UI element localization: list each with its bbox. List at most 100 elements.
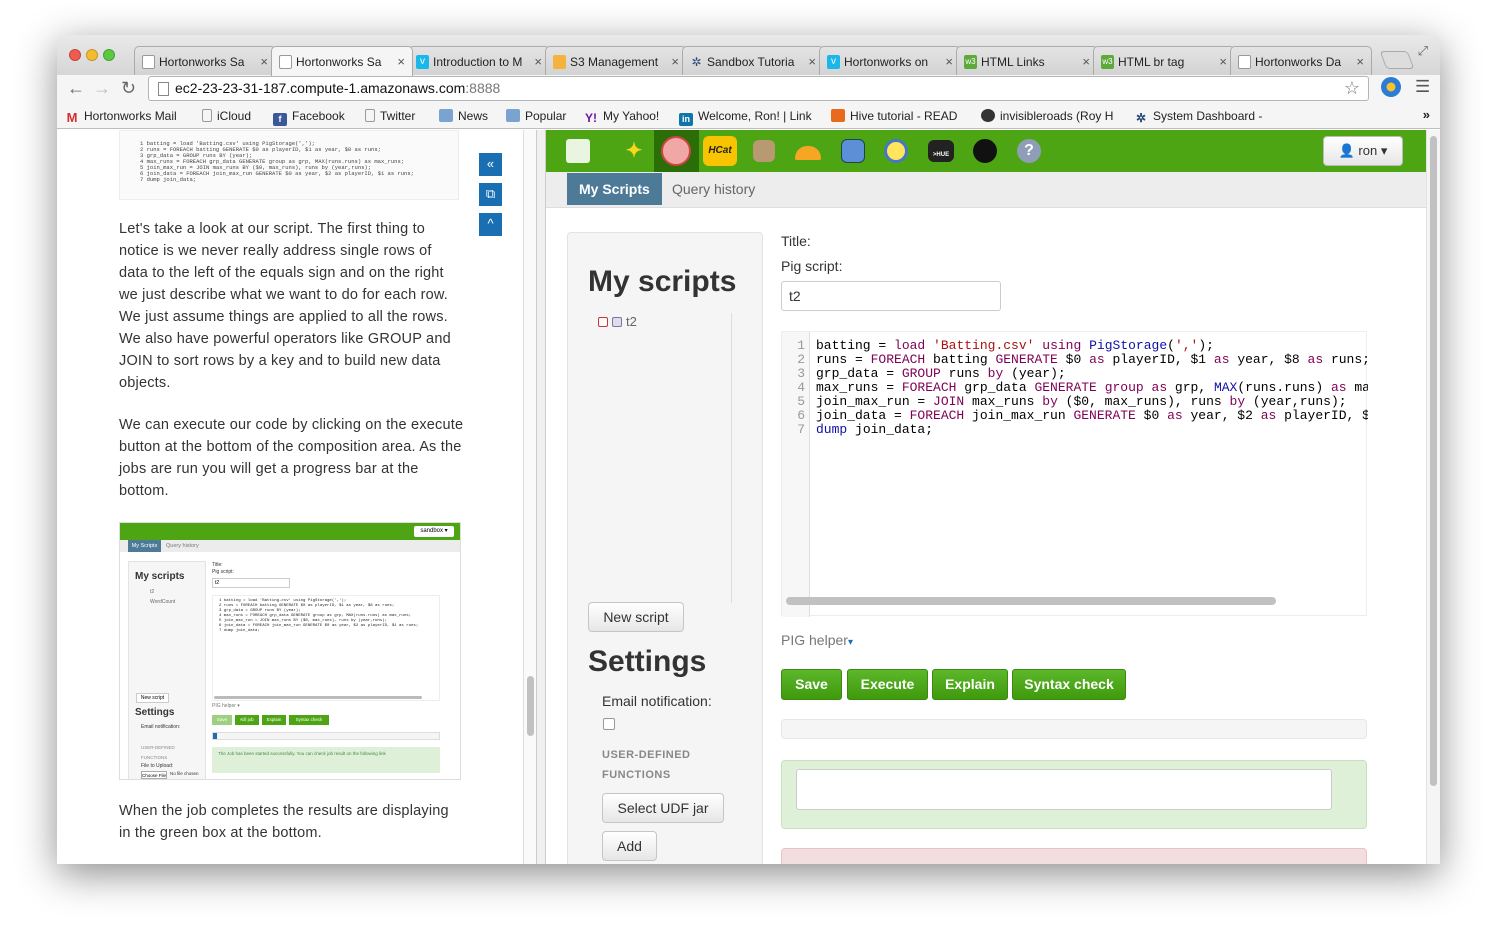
new-tab-button[interactable] bbox=[1379, 51, 1415, 69]
help-icon[interactable]: ? bbox=[1017, 139, 1041, 163]
close-tab-icon[interactable]: × bbox=[808, 54, 816, 69]
udf-label: USER-DEFINED FUNCTIONS bbox=[602, 749, 691, 781]
hue-scrollbar[interactable] bbox=[1426, 130, 1440, 864]
browser-tab[interactable]: ✲ Sandbox Tutoria × bbox=[682, 46, 824, 76]
thumb-heading: Settings bbox=[135, 707, 175, 718]
add-udf-button[interactable]: Add bbox=[602, 831, 657, 861]
zoom-window-button[interactable] bbox=[103, 49, 115, 61]
pig-icon[interactable] bbox=[661, 136, 691, 166]
thumb-tab: My Scripts bbox=[128, 540, 161, 552]
user-menu-button[interactable]: 👤 ron ▾ bbox=[1323, 136, 1403, 166]
tutorial-paragraph: We can execute our code by clicking on t… bbox=[119, 417, 464, 499]
close-tab-icon[interactable]: × bbox=[1356, 54, 1364, 69]
close-tab-icon[interactable]: × bbox=[671, 54, 679, 69]
browser-tab[interactable]: S3 Management × bbox=[545, 46, 687, 76]
file-browser-icon[interactable] bbox=[753, 140, 775, 162]
address-bar[interactable]: ec2-23-23-31-187.compute-1.amazonaws.com… bbox=[148, 76, 1369, 101]
tutorial-scrollbar[interactable] bbox=[523, 130, 536, 864]
bookmarks-bar: M Hortonworks Mail iCloud f Facebook Twitt… bbox=[57, 103, 1440, 129]
tab-query-history[interactable]: Query history bbox=[660, 173, 767, 205]
job-result-panel bbox=[781, 760, 1367, 829]
browser-tab[interactable]: v Introduction to M × bbox=[408, 46, 550, 76]
bookmark[interactable]: iCloud bbox=[202, 109, 251, 123]
collapse-sidebar-button[interactable]: « bbox=[479, 153, 502, 176]
new-script-button[interactable]: New script bbox=[588, 602, 684, 632]
execute-button[interactable]: Execute bbox=[847, 669, 928, 700]
url-port: :8888 bbox=[465, 80, 501, 96]
close-window-button[interactable] bbox=[69, 49, 81, 61]
minimize-window-button[interactable] bbox=[86, 49, 98, 61]
tutorial-pane: 1 batting = load 'Batting.csv' using Pig… bbox=[57, 130, 523, 864]
browser-tab[interactable]: w3 HTML br tag × bbox=[1093, 46, 1235, 76]
thumb-button: Choose File bbox=[141, 771, 167, 779]
pane-divider[interactable] bbox=[536, 130, 546, 864]
line-number: 2 bbox=[797, 352, 805, 367]
close-tab-icon[interactable]: × bbox=[397, 54, 405, 69]
bookmark[interactable]: f Facebook bbox=[273, 109, 345, 126]
bookmark[interactable]: News bbox=[439, 109, 488, 123]
hcat-icon[interactable]: HCat bbox=[703, 136, 737, 166]
thumb-nav bbox=[120, 523, 460, 540]
bookmark[interactable]: invisibleroads (Roy H bbox=[981, 109, 1119, 123]
page-icon bbox=[279, 55, 292, 69]
bookmarks-overflow-button[interactable]: » bbox=[1423, 107, 1430, 122]
job-designer-icon[interactable] bbox=[795, 136, 825, 166]
pig-code-editor[interactable]: 1234567 batting = load 'Batting.csv' usi… bbox=[781, 331, 1368, 617]
browser-tab[interactable]: Hortonworks Sa × bbox=[134, 46, 276, 76]
bookmark[interactable]: Y! My Yahoo! bbox=[584, 109, 659, 125]
reload-icon[interactable]: ↻ bbox=[121, 78, 136, 99]
pig-helper-dropdown[interactable]: PIG helper▾ bbox=[781, 632, 853, 648]
bookmark[interactable]: M Hortonworks Mail bbox=[65, 109, 177, 124]
tab-my-scripts[interactable]: My Scripts bbox=[567, 173, 662, 205]
save-button[interactable]: Save bbox=[781, 669, 842, 700]
editor-horizontal-scrollbar[interactable] bbox=[786, 597, 1276, 605]
close-tab-icon[interactable]: × bbox=[260, 54, 268, 69]
code-content[interactable]: batting = load 'Batting.csv' using PigSt… bbox=[816, 339, 1368, 437]
syntax-check-button[interactable]: Syntax check bbox=[1012, 669, 1126, 700]
bookmark-star-icon[interactable]: ☆ bbox=[1344, 78, 1360, 99]
close-tab-icon[interactable]: × bbox=[1219, 54, 1227, 69]
select-udf-jar-button[interactable]: Select UDF jar bbox=[602, 793, 724, 823]
url-host: ec2-23-23-31-187.compute-1.amazonaws.com bbox=[175, 80, 466, 96]
bookmark[interactable]: Hive tutorial - READ bbox=[831, 109, 963, 123]
thumb-label: Email notification: bbox=[141, 724, 181, 730]
explain-button[interactable]: Explain bbox=[932, 669, 1008, 700]
shell-icon[interactable]: >HUE bbox=[928, 140, 954, 162]
user-admin-icon[interactable] bbox=[973, 139, 997, 163]
browser-tab[interactable]: w3 HTML Links × bbox=[956, 46, 1098, 76]
back-icon[interactable]: ← bbox=[67, 78, 85, 99]
delete-icon[interactable] bbox=[598, 317, 608, 327]
browser-tab[interactable]: v Hortonworks on × bbox=[819, 46, 961, 76]
close-tab-icon[interactable]: × bbox=[945, 54, 953, 69]
forward-icon[interactable]: → bbox=[93, 78, 111, 99]
bookmark[interactable]: Popular bbox=[506, 109, 566, 123]
hortonworks-icon: ✲ bbox=[691, 55, 702, 69]
menu-icon[interactable]: ☰ bbox=[1415, 77, 1430, 97]
close-tab-icon[interactable]: × bbox=[1082, 54, 1090, 69]
script-title-input[interactable]: t2 bbox=[781, 281, 1001, 311]
linkedin-icon: in bbox=[679, 113, 693, 126]
browser-tab-active[interactable]: Hortonworks Sa × bbox=[271, 46, 413, 76]
job-browser-icon[interactable] bbox=[884, 139, 908, 163]
popout-button[interactable]: ⧉ bbox=[479, 183, 502, 206]
close-tab-icon[interactable]: × bbox=[534, 54, 542, 69]
script-list-scrollbar[interactable] bbox=[731, 313, 741, 603]
script-list-item[interactable]: t2 bbox=[598, 314, 637, 329]
bookmark[interactable]: ✲ System Dashboard - bbox=[1134, 109, 1266, 125]
gmail-icon: M bbox=[66, 110, 78, 125]
oozie-icon[interactable] bbox=[841, 139, 865, 163]
copy-icon[interactable] bbox=[612, 317, 622, 327]
bookmark[interactable]: in Welcome, Ron! | Link bbox=[679, 109, 815, 126]
scroll-top-button[interactable]: ^ bbox=[479, 213, 502, 236]
hue-logo-icon[interactable] bbox=[566, 139, 590, 163]
beeswax-icon[interactable]: ✦ bbox=[619, 136, 649, 166]
fullscreen-icon[interactable]: ⤢ bbox=[1418, 43, 1428, 59]
title-label: Title: bbox=[781, 233, 811, 249]
facebook-icon: f bbox=[273, 113, 287, 126]
tab-strip: Hortonworks Sa × Hortonworks Sa × v Introdu… bbox=[57, 35, 1440, 76]
thumb-label: USER-DEFINED FUNCTIONS bbox=[141, 745, 175, 760]
extension-icon[interactable] bbox=[1381, 77, 1401, 97]
email-notification-checkbox[interactable] bbox=[603, 718, 615, 730]
browser-tab[interactable]: Hortonworks Da × bbox=[1230, 46, 1372, 76]
bookmark[interactable]: Twitter bbox=[365, 109, 415, 123]
